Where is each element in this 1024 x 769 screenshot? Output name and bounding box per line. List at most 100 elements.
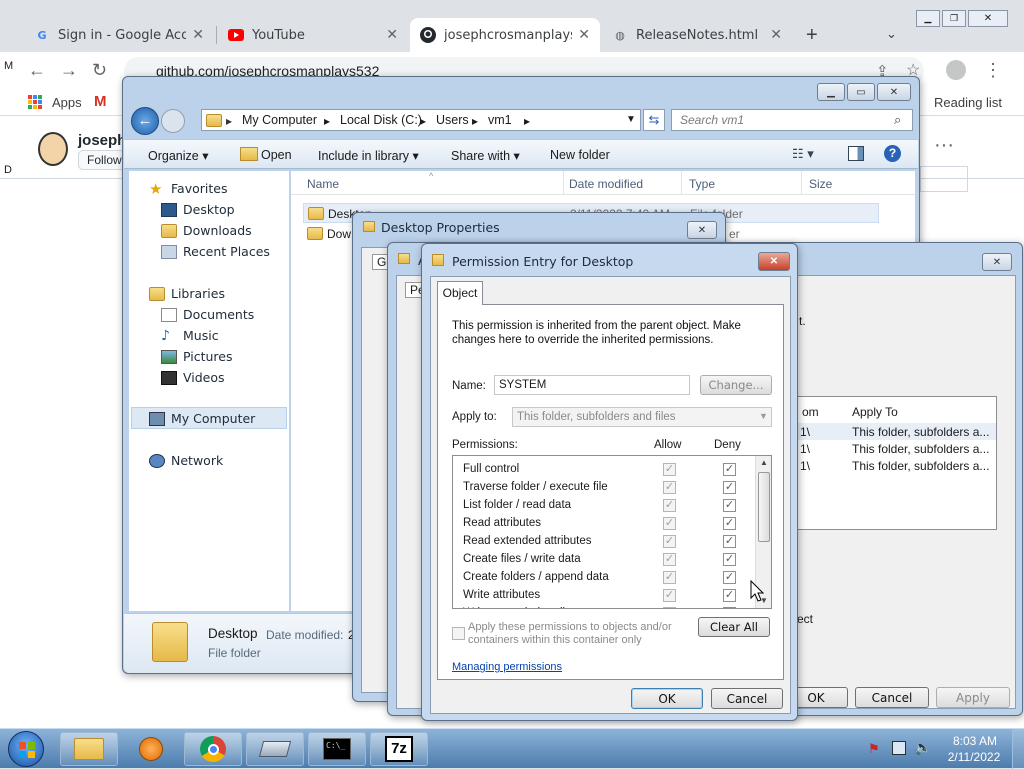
taskbar-network-drive[interactable] <box>246 732 304 766</box>
taskbar-explorer[interactable] <box>60 732 118 766</box>
restore-icon[interactable]: ❐ <box>942 10 966 27</box>
apply-button[interactable]: Apply <box>936 687 1010 708</box>
column-principal[interactable]: om <box>802 405 819 419</box>
permission-entry-row[interactable]: 1\ This folder, subfolders a... <box>794 423 996 440</box>
tab-search-icon[interactable]: ⌄ <box>886 26 897 42</box>
reload-icon[interactable]: ↻ <box>92 60 107 81</box>
close-icon[interactable]: ✕ <box>687 221 717 239</box>
crumb-vm1[interactable]: vm1 <box>488 113 512 127</box>
maximize-icon[interactable]: ▭ <box>847 83 875 101</box>
allow-checkbox[interactable]: ✓ <box>663 517 676 530</box>
help-icon[interactable]: ? <box>884 145 901 162</box>
allow-checkbox[interactable]: ✓ <box>663 463 676 476</box>
nav-recent-places[interactable]: Recent Places <box>161 244 270 259</box>
column-size[interactable]: Size <box>809 177 832 191</box>
allow-checkbox[interactable]: ✓ <box>663 535 676 548</box>
close-icon[interactable]: ✕ <box>578 27 590 43</box>
new-folder-button[interactable]: New folder <box>550 148 610 162</box>
nav-downloads[interactable]: Downloads <box>161 223 252 238</box>
ok-button[interactable]: OK <box>631 688 703 709</box>
nav-music[interactable]: ♪ Music <box>161 328 219 343</box>
clear-all-button[interactable]: Clear All <box>698 617 770 637</box>
crumb-local-disk[interactable]: Local Disk (C:) <box>340 113 422 127</box>
nav-desktop[interactable]: Desktop <box>161 202 235 217</box>
include-in-library-button[interactable]: Include in library ▾ <box>318 148 419 163</box>
tab-github[interactable]: josephcrosmanplays532 ✕ <box>410 18 600 52</box>
apply-to-select[interactable]: This folder, subfolders and files ▼ <box>512 407 772 427</box>
open-button[interactable]: Open <box>261 148 292 162</box>
deny-checkbox[interactable]: ✓ <box>723 535 736 548</box>
close-icon[interactable]: ✕ <box>877 83 911 101</box>
deny-checkbox[interactable]: ✓ <box>723 481 736 494</box>
permission-entry-row[interactable]: 1\ This folder, subfolders a... <box>794 440 996 457</box>
close-icon[interactable]: ✕ <box>192 27 204 43</box>
taskbar-7zip[interactable]: 7z <box>370 732 428 766</box>
apply-container-checkbox[interactable] <box>452 627 465 640</box>
crumb-users[interactable]: Users <box>436 113 469 127</box>
nav-pictures[interactable]: Pictures <box>161 349 233 364</box>
more-dots-icon[interactable]: ··· <box>934 134 954 157</box>
volume-icon[interactable]: 🔈 <box>914 739 931 756</box>
column-type[interactable]: Type <box>689 177 715 191</box>
permission-entry-row[interactable]: 1\ This folder, subfolders a... <box>794 457 996 474</box>
deny-checkbox[interactable]: ✓ <box>723 589 736 602</box>
deny-checkbox[interactable]: ✓ <box>723 553 736 566</box>
crumb-my-computer[interactable]: My Computer <box>242 113 317 127</box>
deny-checkbox[interactable]: ✓ <box>723 499 736 512</box>
close-icon[interactable]: ✕ <box>770 27 782 43</box>
tab-object[interactable]: Object <box>437 281 483 305</box>
show-desktop-button[interactable] <box>1012 729 1024 769</box>
tab-youtube[interactable]: YouTube ✕ <box>218 18 408 52</box>
close-icon[interactable]: ✕ <box>386 27 398 43</box>
nav-documents[interactable]: Documents <box>161 307 254 322</box>
network-status-icon[interactable] <box>892 741 906 755</box>
share-with-button[interactable]: Share with ▾ <box>451 148 520 163</box>
nav-my-computer[interactable]: My Computer <box>149 411 255 426</box>
allow-checkbox[interactable]: ✓ <box>663 607 676 608</box>
allow-checkbox[interactable]: ✓ <box>663 499 676 512</box>
tab-google-signin[interactable]: G Sign in - Google Accoun ✕ <box>24 18 214 52</box>
forward-arrow-icon[interactable] <box>161 109 185 133</box>
forward-arrow-icon[interactable]: → <box>60 60 78 81</box>
minimize-icon[interactable]: ▁ <box>916 10 940 27</box>
deny-checkbox[interactable]: ✓ <box>723 571 736 584</box>
profile-avatar[interactable] <box>946 60 966 80</box>
allow-checkbox[interactable]: ✓ <box>663 481 676 494</box>
action-center-flag-icon[interactable]: ⚑ <box>868 741 880 757</box>
close-icon[interactable]: ✕ <box>758 252 790 271</box>
more-menu-icon[interactable]: ⋮ <box>984 60 1002 81</box>
taskbar-chrome[interactable] <box>184 732 242 766</box>
address-breadcrumb[interactable]: ▸ My Computer ▸ Local Disk (C:) ▸ Users … <box>201 109 641 131</box>
scroll-up-icon[interactable]: ▲ <box>760 458 768 467</box>
taskbar-media-player[interactable] <box>122 732 180 766</box>
refresh-icon[interactable]: ⇆ <box>643 109 665 131</box>
close-icon[interactable]: ✕ <box>968 10 1008 27</box>
taskbar-cmd[interactable]: C:\_ <box>308 732 366 766</box>
column-name[interactable]: Name <box>307 177 339 191</box>
new-tab-icon[interactable]: + <box>806 24 818 47</box>
nav-videos[interactable]: Videos <box>161 370 225 385</box>
gmail-icon[interactable]: M <box>94 93 107 110</box>
back-arrow-icon[interactable]: ← <box>28 60 46 81</box>
search-box[interactable]: Search vm1 ⌕ <box>671 109 913 131</box>
nav-network[interactable]: Network <box>149 453 223 468</box>
cancel-button[interactable]: Cancel <box>711 688 783 709</box>
close-icon[interactable]: ✕ <box>982 253 1012 271</box>
view-options-icon[interactable]: ☷ ▾ <box>792 146 814 162</box>
tab-releasenotes[interactable]: ◍ ReleaseNotes.html ✕ <box>602 18 792 52</box>
deny-checkbox[interactable]: ✓ <box>723 607 736 608</box>
start-button[interactable] <box>8 731 44 767</box>
reading-list[interactable]: Reading list <box>934 95 1002 110</box>
name-field[interactable]: SYSTEM <box>494 375 690 395</box>
allow-checkbox[interactable]: ✓ <box>663 571 676 584</box>
clock-time[interactable]: 8:03 AM <box>950 734 1000 748</box>
nav-libraries[interactable]: Libraries <box>149 286 225 301</box>
scrollbar-thumb[interactable] <box>758 472 770 542</box>
organize-button[interactable]: Organize ▾ <box>148 148 208 163</box>
deny-checkbox[interactable]: ✓ <box>723 517 736 530</box>
column-date-modified[interactable]: Date modified <box>569 177 643 191</box>
back-arrow-icon[interactable]: ← <box>131 107 159 135</box>
managing-permissions-link[interactable]: Managing permissions <box>452 661 562 673</box>
dropdown-arrow-icon[interactable]: ▼ <box>626 114 636 125</box>
deny-checkbox[interactable]: ✓ <box>723 463 736 476</box>
